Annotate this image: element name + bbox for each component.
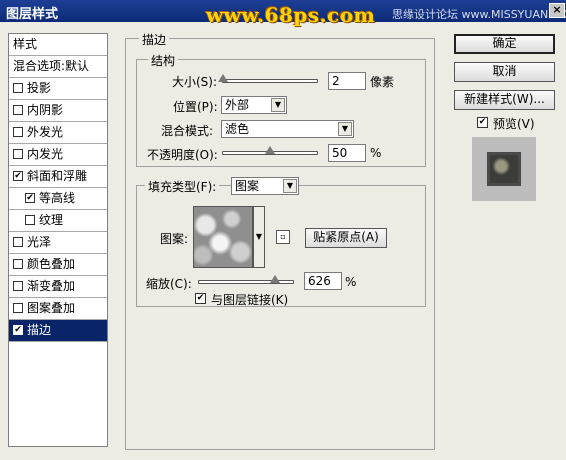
style-item[interactable]: 内阴影 (9, 100, 107, 122)
opacity-unit: % (370, 146, 382, 160)
new-style-button[interactable]: 新建样式(W)... (454, 90, 555, 110)
style-item-label: 图案叠加 (27, 301, 76, 315)
style-list-header[interactable]: 样式 (9, 34, 107, 56)
watermark-logo: www.68ps.com (206, 3, 376, 27)
style-item[interactable]: 外发光 (9, 122, 107, 144)
style-item-label: 内阴影 (27, 103, 64, 117)
style-item-label: 纹理 (39, 213, 64, 227)
style-item-label: 等高线 (39, 191, 76, 205)
fill-type-value: 图案 (235, 179, 260, 193)
scale-label: 缩放(C): (146, 277, 192, 291)
scale-input[interactable]: 626 (304, 272, 342, 290)
size-label: 大小(S): (172, 75, 218, 89)
style-item-checkbox[interactable] (13, 105, 23, 115)
window-title: 图层样式 (6, 7, 59, 22)
position-label: 位置(P): (173, 100, 218, 114)
style-item[interactable]: ✔ 斜面和浮雕 (9, 166, 107, 188)
style-item-checkbox[interactable] (13, 281, 23, 291)
preview-checkbox[interactable]: ✔ (477, 117, 488, 128)
cancel-button[interactable]: 取消 (454, 62, 555, 82)
position-value: 外部 (225, 98, 250, 112)
style-item-checkbox[interactable]: ✔ (13, 171, 23, 181)
size-slider-track[interactable] (222, 79, 318, 83)
style-item[interactable]: 投影 (9, 78, 107, 100)
style-item-checkbox[interactable] (25, 215, 35, 225)
style-item[interactable]: 渐变叠加 (9, 276, 107, 298)
chevron-down-icon: ▼ (283, 179, 297, 193)
preview-label: 预览(V) (493, 117, 535, 131)
preview-swatch (487, 152, 521, 186)
scale-slider-thumb[interactable] (269, 275, 280, 283)
opacity-label: 不透明度(O): (147, 148, 218, 162)
pattern-label: 图案: (160, 232, 189, 246)
style-item[interactable]: ✔ 描边 (9, 320, 107, 342)
blend-mode-label: 混合模式: (161, 124, 214, 138)
chevron-down-icon: ▼ (338, 122, 352, 136)
opacity-input[interactable]: 50 (328, 144, 366, 162)
link-with-layer-checkbox[interactable]: ✔ (195, 293, 206, 304)
style-item-label: 描边 (27, 323, 52, 337)
blend-options-item[interactable]: 混合选项:默认 (9, 56, 107, 78)
style-item-checkbox[interactable] (13, 259, 23, 269)
style-item-checkbox[interactable] (13, 83, 23, 93)
style-item-checkbox[interactable] (13, 149, 23, 159)
style-item-label: 外发光 (27, 125, 64, 139)
style-item[interactable]: 图案叠加 (9, 298, 107, 320)
style-item[interactable]: 光泽 (9, 232, 107, 254)
style-item-checkbox[interactable] (13, 127, 23, 137)
size-input[interactable]: 2 (328, 72, 366, 90)
size-slider-thumb[interactable] (217, 74, 228, 82)
opacity-slider-thumb[interactable] (265, 146, 275, 154)
structure-title: 结构 (148, 52, 179, 69)
style-item-checkbox[interactable] (13, 237, 23, 247)
style-item[interactable]: 颜色叠加 (9, 254, 107, 276)
pattern-swatch[interactable] (193, 206, 253, 268)
close-button[interactable]: × (549, 3, 565, 18)
chevron-down-icon: ▼ (271, 98, 285, 112)
link-with-layer-label: 与图层链接(K) (211, 293, 289, 307)
style-item-label: 光泽 (27, 235, 52, 249)
position-select[interactable]: 外部 ▼ (221, 96, 287, 114)
blend-mode-select[interactable]: 滤色 ▼ (221, 120, 354, 138)
style-item-checkbox[interactable] (13, 303, 23, 313)
style-item-checkbox[interactable]: ✔ (25, 193, 35, 203)
style-item-label: 颜色叠加 (27, 257, 76, 271)
new-preset-icon[interactable]: ▫ (276, 230, 290, 244)
style-list: 样式 混合选项:默认 投影内阴影外发光内发光 ✔ 斜面和浮雕 ✔ 等高线纹理光泽颜色叠加… (8, 33, 108, 447)
style-item-label: 投影 (27, 81, 52, 95)
stroke-group-title: 描边 (139, 31, 170, 48)
size-unit: 像素 (370, 75, 395, 89)
style-item-label: 渐变叠加 (27, 279, 76, 293)
style-item-label: 斜面和浮雕 (27, 169, 88, 183)
style-item-checkbox[interactable]: ✔ (13, 325, 23, 335)
pattern-picker-arrow[interactable]: ▼ (253, 206, 265, 268)
style-item[interactable]: ✔ 等高线 (9, 188, 107, 210)
snap-to-origin-button[interactable]: 贴紧原点(A) (305, 228, 387, 248)
watermark-sub: 思缘设计论坛 www.MISSYUAN.COM (392, 8, 566, 21)
ok-button[interactable]: 确定 (454, 34, 555, 54)
scale-unit: % (345, 275, 357, 289)
blend-mode-value: 滤色 (225, 122, 250, 136)
style-item-label: 内发光 (27, 147, 64, 161)
style-item[interactable]: 纹理 (9, 210, 107, 232)
fill-type-select[interactable]: 图案 ▼ (231, 177, 299, 195)
fill-type-label: 填充类型(F): (145, 178, 220, 195)
style-item[interactable]: 内发光 (9, 144, 107, 166)
